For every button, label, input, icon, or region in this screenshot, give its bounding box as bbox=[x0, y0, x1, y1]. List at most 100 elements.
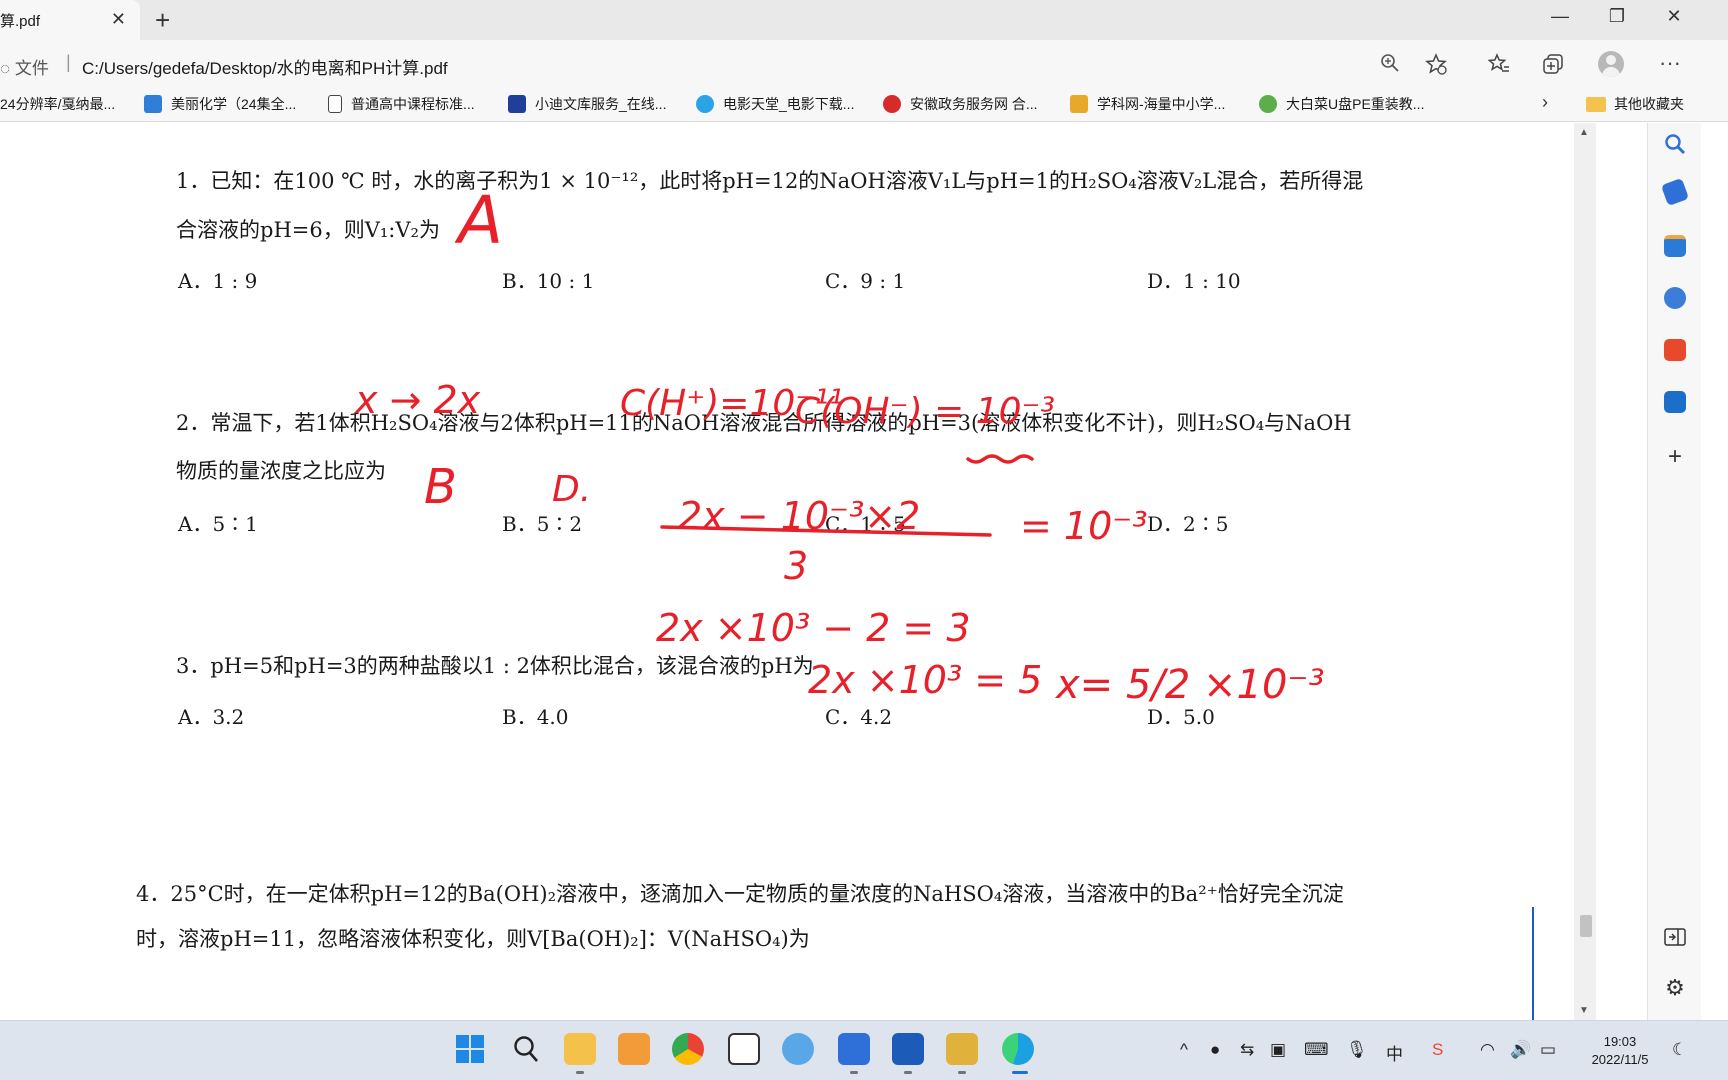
favorites-bar: 24分辨率/戛纳最... 美丽化学（24集全... 普通高中课程标准... 小迪… bbox=[0, 88, 1728, 122]
baidu-netdisk-icon[interactable] bbox=[782, 1033, 814, 1065]
question-2-option-d: D．2∶5 bbox=[1147, 512, 1229, 536]
running-indicator bbox=[904, 1071, 912, 1074]
browser-tab[interactable]: 算.pdf ✕ bbox=[0, 0, 140, 40]
chevron-right-icon[interactable]: › bbox=[1542, 92, 1548, 113]
profile-avatar[interactable] bbox=[1598, 51, 1624, 77]
favorite-item[interactable]: 大白菜U盘PE重装教... bbox=[1259, 94, 1424, 114]
question-3-option-a: A．3.2 bbox=[178, 705, 245, 729]
question-2-option-b: B．5∶2 bbox=[502, 512, 583, 536]
search-taskbar-icon[interactable] bbox=[510, 1033, 542, 1065]
clock-date: 2022/11/5 bbox=[1591, 1052, 1649, 1067]
favorite-item[interactable]: 美丽化学（24集全... bbox=[144, 94, 296, 114]
add-favorite-icon[interactable] bbox=[1422, 53, 1450, 81]
question-3-option-b: B．4.0 bbox=[502, 705, 569, 729]
title-bar: 算.pdf ✕ + — ❐ ✕ bbox=[0, 0, 1728, 40]
ph3-underline bbox=[966, 454, 1034, 464]
mindmap-app-icon[interactable] bbox=[728, 1033, 760, 1065]
question-2-option-a: A．5∶1 bbox=[178, 512, 258, 536]
other-favorites-label: 其他收藏夹 bbox=[1614, 96, 1684, 112]
equation-step-1: 2x ×10³ − 2 = 3 bbox=[656, 606, 971, 650]
tools-icon[interactable] bbox=[1664, 235, 1686, 257]
file-explorer-icon[interactable] bbox=[564, 1033, 596, 1065]
battery-icon[interactable]: ▭ bbox=[1540, 1040, 1556, 1060]
office-icon[interactable] bbox=[1664, 339, 1686, 361]
question-2-option-c: C．1∶5 bbox=[825, 512, 906, 536]
running-indicator bbox=[850, 1071, 858, 1074]
tv-icon bbox=[144, 95, 162, 113]
chrome-icon[interactable] bbox=[672, 1033, 704, 1065]
add-icon[interactable]: + bbox=[1663, 443, 1687, 471]
tab-close-icon[interactable]: ✕ bbox=[111, 9, 126, 30]
scroll-down-arrow-icon[interactable]: ▼ bbox=[1579, 1005, 1589, 1016]
whiteboard-app-icon[interactable] bbox=[838, 1033, 870, 1065]
favorite-label: 大白菜U盘PE重装教... bbox=[1286, 96, 1425, 112]
word-icon[interactable] bbox=[892, 1033, 924, 1065]
file-manager-icon[interactable] bbox=[946, 1033, 978, 1065]
app-tray-icon[interactable]: ▣ bbox=[1270, 1040, 1286, 1060]
edge-icon[interactable] bbox=[1002, 1033, 1034, 1065]
qq-icon[interactable]: ● bbox=[1210, 1040, 1220, 1060]
notification-icon[interactable]: ☾ bbox=[1672, 1040, 1687, 1060]
volume-icon[interactable]: 🔊 bbox=[1510, 1040, 1531, 1060]
file-label: 文件 bbox=[14, 59, 49, 78]
scrollbar-thumb[interactable] bbox=[1580, 915, 1592, 937]
movie-site-icon bbox=[696, 95, 714, 113]
pdf-page: 1．已知：在100 ℃ 时，水的离子积为1 × 10⁻¹²，此时将pH=12的N… bbox=[0, 123, 1574, 1020]
favorite-item[interactable]: 学科网-海量中小学... bbox=[1070, 94, 1225, 114]
more-icon[interactable]: ··· bbox=[1656, 50, 1684, 76]
d-choice-handwriting: D. bbox=[552, 469, 591, 510]
sync-icon[interactable]: ⇆ bbox=[1240, 1040, 1254, 1060]
equation-step-2: 2x ×10³ = 5 bbox=[808, 658, 1042, 702]
file-info-indicator[interactable]: ◌ 文件 bbox=[0, 54, 49, 79]
address-bar: ◌ 文件 | C:/Users/gedefa/Desktop/水的电离和PH计算… bbox=[0, 40, 1728, 88]
question-2-line-2: 物质的量浓度之比应为 bbox=[176, 459, 386, 483]
question-3-option-d: D．5.0 bbox=[1147, 705, 1215, 729]
equals-rhs: = 10⁻³ bbox=[1020, 504, 1148, 548]
new-tab-button[interactable]: + bbox=[155, 5, 170, 36]
collections-icon[interactable] bbox=[1539, 53, 1567, 81]
favorites-icon[interactable] bbox=[1485, 53, 1513, 81]
split-screen-icon[interactable] bbox=[1663, 927, 1687, 953]
favorite-item[interactable]: 普通高中课程标准... bbox=[328, 94, 475, 114]
games-icon[interactable] bbox=[1664, 287, 1686, 309]
outlook-icon[interactable] bbox=[1664, 391, 1686, 413]
microphone-icon[interactable]: 🎙 bbox=[1346, 1040, 1368, 1060]
pdf-scrollbar[interactable]: ▲ ▼ bbox=[1574, 123, 1596, 1020]
address-url[interactable]: C:/Users/gedefa/Desktop/水的电离和PH计算.pdf bbox=[82, 54, 448, 79]
media-player-icon[interactable] bbox=[618, 1033, 650, 1065]
favorite-item[interactable]: 小迪文库服务_在线... bbox=[508, 94, 666, 114]
minimize-button[interactable]: — bbox=[1540, 6, 1580, 27]
sogou-icon[interactable]: S bbox=[1432, 1040, 1443, 1060]
question-4-line-2: 时，溶液pH=11，忽略溶液体积变化，则V[Ba(OH)₂]：V(NaHSO₄)… bbox=[136, 927, 810, 951]
start-button[interactable] bbox=[454, 1033, 486, 1065]
edge-sidebar: + ⚙ bbox=[1647, 123, 1701, 1020]
folder-icon bbox=[1586, 96, 1606, 112]
zoom-icon[interactable] bbox=[1376, 53, 1404, 79]
favorite-label: 小迪文库服务_在线... bbox=[535, 96, 667, 112]
search-icon[interactable] bbox=[1663, 133, 1687, 161]
other-favorites-folder[interactable]: 其他收藏夹 bbox=[1586, 94, 1684, 114]
favorite-label: 普通高中课程标准... bbox=[351, 96, 475, 112]
page-icon bbox=[328, 95, 342, 113]
shopping-icon[interactable] bbox=[1660, 177, 1690, 207]
wifi-icon[interactable]: ◠ bbox=[1480, 1040, 1495, 1060]
ime-indicator[interactable]: 中 bbox=[1386, 1040, 1403, 1065]
system-clock[interactable]: 19:03 2022/11/5 bbox=[1580, 1033, 1660, 1069]
question-2-line-1: 2．常温下，若1体积H₂SO₄溶液与2体积pH=11的NaOH溶液混合所得溶液的… bbox=[176, 411, 1352, 435]
question-4-line-1: 4．25°C时，在一定体积pH=12的Ba(OH)₂溶液中，逐滴加入一定物质的量… bbox=[136, 882, 1344, 906]
favorite-item[interactable]: 24分辨率/戛纳最... bbox=[0, 94, 115, 114]
clock-time: 19:03 bbox=[1603, 1034, 1637, 1049]
keyboard-icon[interactable]: ⌨ bbox=[1304, 1040, 1329, 1060]
running-indicator bbox=[958, 1071, 966, 1074]
scroll-up-arrow-icon[interactable]: ▲ bbox=[1579, 127, 1589, 138]
windows-taskbar: ^ ● ⇆ ▣ ⌨ 🎙 中 S ◠ 🔊 ▭ 19:03 2022/11/5 ☾ bbox=[0, 1020, 1728, 1080]
restore-button[interactable]: ❐ bbox=[1597, 6, 1637, 27]
favorite-item[interactable]: 电影天堂_电影下载... bbox=[696, 94, 854, 114]
chevron-up-icon[interactable]: ^ bbox=[1180, 1040, 1188, 1060]
di-logo-icon bbox=[508, 95, 526, 113]
running-indicator bbox=[576, 1071, 584, 1074]
cabbage-icon bbox=[1259, 95, 1277, 113]
favorite-item[interactable]: 安徽政务服务网 合... bbox=[883, 94, 1038, 114]
close-window-button[interactable]: ✕ bbox=[1654, 6, 1694, 27]
settings-icon[interactable]: ⚙ bbox=[1663, 975, 1687, 1001]
